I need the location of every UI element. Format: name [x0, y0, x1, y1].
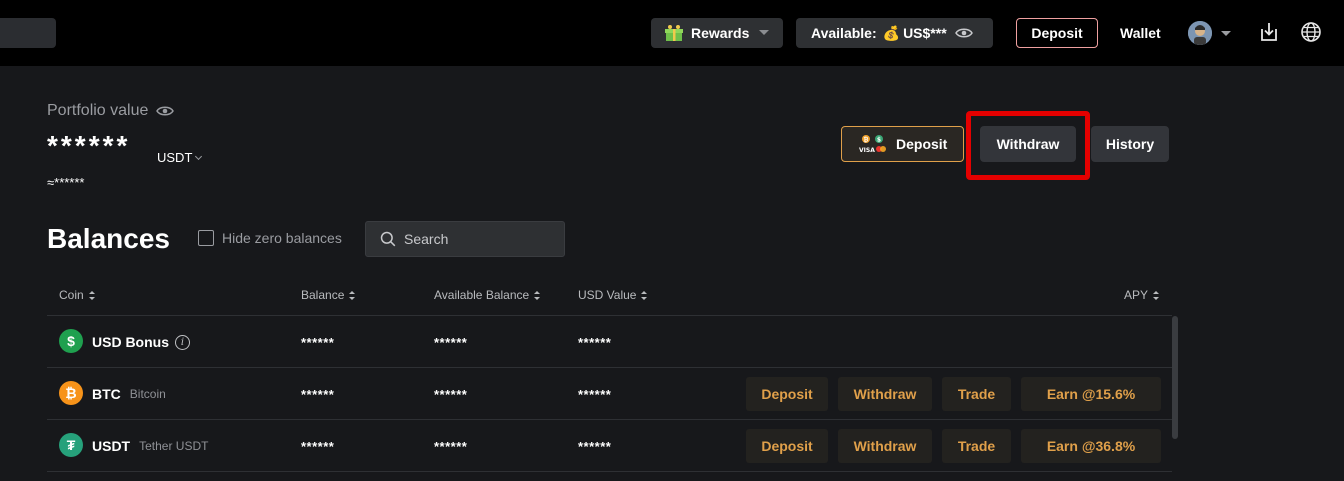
- portfolio-value-label: Portfolio value: [47, 102, 175, 120]
- column-header-balance[interactable]: Balance: [301, 288, 356, 302]
- available-cell: ******: [434, 439, 468, 454]
- download-icon[interactable]: [1258, 21, 1280, 43]
- available-balance[interactable]: Available: 💰 US$***: [796, 18, 993, 48]
- divider: [47, 419, 1172, 420]
- row-withdraw-button[interactable]: Withdraw: [838, 377, 932, 411]
- column-header-apy[interactable]: APY: [1124, 288, 1160, 302]
- sort-icon: [641, 290, 648, 300]
- withdraw-button[interactable]: Withdraw: [980, 126, 1076, 162]
- divider: [47, 367, 1172, 368]
- coin-symbol: USD Bonus i: [92, 334, 190, 350]
- money-bag-icon: 💰: [882, 24, 901, 41]
- hide-zero-checkbox[interactable]: [198, 230, 214, 246]
- sort-icon: [349, 290, 356, 300]
- available-label: Available:: [811, 25, 877, 41]
- search-icon: [380, 231, 396, 247]
- row-withdraw-button[interactable]: Withdraw: [838, 429, 932, 463]
- balance-cell: ******: [301, 335, 335, 350]
- history-button[interactable]: History: [1091, 126, 1169, 162]
- search-input[interactable]: [404, 231, 554, 247]
- usd-value-cell: ******: [578, 387, 612, 402]
- usd-value-header-label: USD Value: [578, 288, 637, 302]
- info-icon[interactable]: i: [175, 334, 190, 350]
- row-earn-button[interactable]: Earn @15.6%: [1021, 377, 1161, 411]
- available-cell: ******: [434, 335, 468, 350]
- balances-title: Balances: [47, 223, 170, 254]
- rewards-button[interactable]: Rewards: [651, 18, 783, 48]
- row-trade-button[interactable]: Trade: [942, 429, 1011, 463]
- coin-symbol-text: USD Bonus: [92, 334, 169, 350]
- apy-header-label: APY: [1124, 288, 1149, 302]
- eye-icon[interactable]: [156, 105, 175, 117]
- svg-text:VISA: VISA: [859, 147, 875, 154]
- coin-symbol: USDT Tether USDT: [92, 438, 208, 454]
- topbar-deposit-button[interactable]: Deposit: [1016, 18, 1098, 48]
- avatar-image: [1188, 21, 1212, 45]
- sort-icon: [534, 290, 541, 300]
- row-trade-button[interactable]: Trade: [942, 377, 1011, 411]
- portfolio-approx-value: ≈******: [47, 175, 85, 190]
- sort-icon: [1153, 290, 1160, 300]
- coin-symbol-text: BTC: [92, 386, 121, 402]
- hide-zero-balances-toggle[interactable]: Hide zero balances: [198, 230, 342, 246]
- chevron-down-icon[interactable]: [1221, 31, 1231, 36]
- rewards-label: Rewards: [691, 25, 750, 41]
- portfolio-value: ******: [47, 130, 131, 161]
- hide-zero-label: Hide zero balances: [222, 230, 342, 246]
- coin-symbol-text: USDT: [92, 438, 131, 454]
- divider: [47, 471, 1172, 472]
- column-header-usd-value[interactable]: USD Value: [578, 288, 648, 302]
- coin-header-label: Coin: [59, 288, 84, 302]
- balance-cell: ******: [301, 387, 335, 402]
- dollar-coin-icon: $: [59, 329, 83, 353]
- top-bar: Rewards Available: 💰 US$*** Deposit Wall…: [0, 0, 1344, 66]
- eye-icon[interactable]: [954, 27, 973, 39]
- tether-icon: ₮: [59, 433, 83, 457]
- bitcoin-icon: ₿: [59, 381, 83, 405]
- top-left-block[interactable]: [0, 18, 56, 48]
- row-deposit-button[interactable]: Deposit: [746, 377, 828, 411]
- chevron-down-icon: [195, 152, 203, 160]
- column-header-coin[interactable]: Coin: [59, 288, 95, 302]
- usd-value-cell: ******: [578, 439, 612, 454]
- divider: [47, 315, 1172, 316]
- available-value: US$***: [903, 25, 947, 41]
- sort-icon: [88, 290, 95, 300]
- avatar[interactable]: [1188, 21, 1212, 45]
- balance-header-label: Balance: [301, 288, 345, 302]
- deposit-label: Deposit: [896, 136, 948, 152]
- chevron-down-icon: [759, 30, 769, 35]
- svg-text:₿: ₿: [864, 137, 869, 144]
- gift-icon: [665, 25, 683, 41]
- usd-value-cell: ******: [578, 335, 612, 350]
- svg-text:$: $: [877, 137, 881, 144]
- portfolio-unit: USDT: [157, 150, 193, 165]
- balance-cell: ******: [301, 439, 335, 454]
- row-earn-button[interactable]: Earn @36.8%: [1021, 429, 1161, 463]
- globe-icon[interactable]: [1300, 21, 1322, 43]
- available-cell: ******: [434, 387, 468, 402]
- column-header-available[interactable]: Available Balance: [434, 288, 541, 302]
- scrollbar[interactable]: [1172, 316, 1178, 439]
- wallet-link[interactable]: Wallet: [1120, 25, 1161, 41]
- coin-name: Tether USDT: [139, 439, 209, 453]
- search-box[interactable]: [365, 221, 565, 257]
- payment-methods-icon: ₿ $ VISA: [859, 135, 886, 154]
- row-deposit-button[interactable]: Deposit: [746, 429, 828, 463]
- available-header-label: Available Balance: [434, 288, 530, 302]
- portfolio-label-text: Portfolio value: [47, 102, 149, 119]
- deposit-button[interactable]: ₿ $ VISA Deposit: [841, 126, 964, 162]
- coin-symbol: BTC Bitcoin: [92, 386, 166, 402]
- coin-name: Bitcoin: [129, 387, 166, 401]
- portfolio-unit-select[interactable]: USDT: [157, 150, 203, 165]
